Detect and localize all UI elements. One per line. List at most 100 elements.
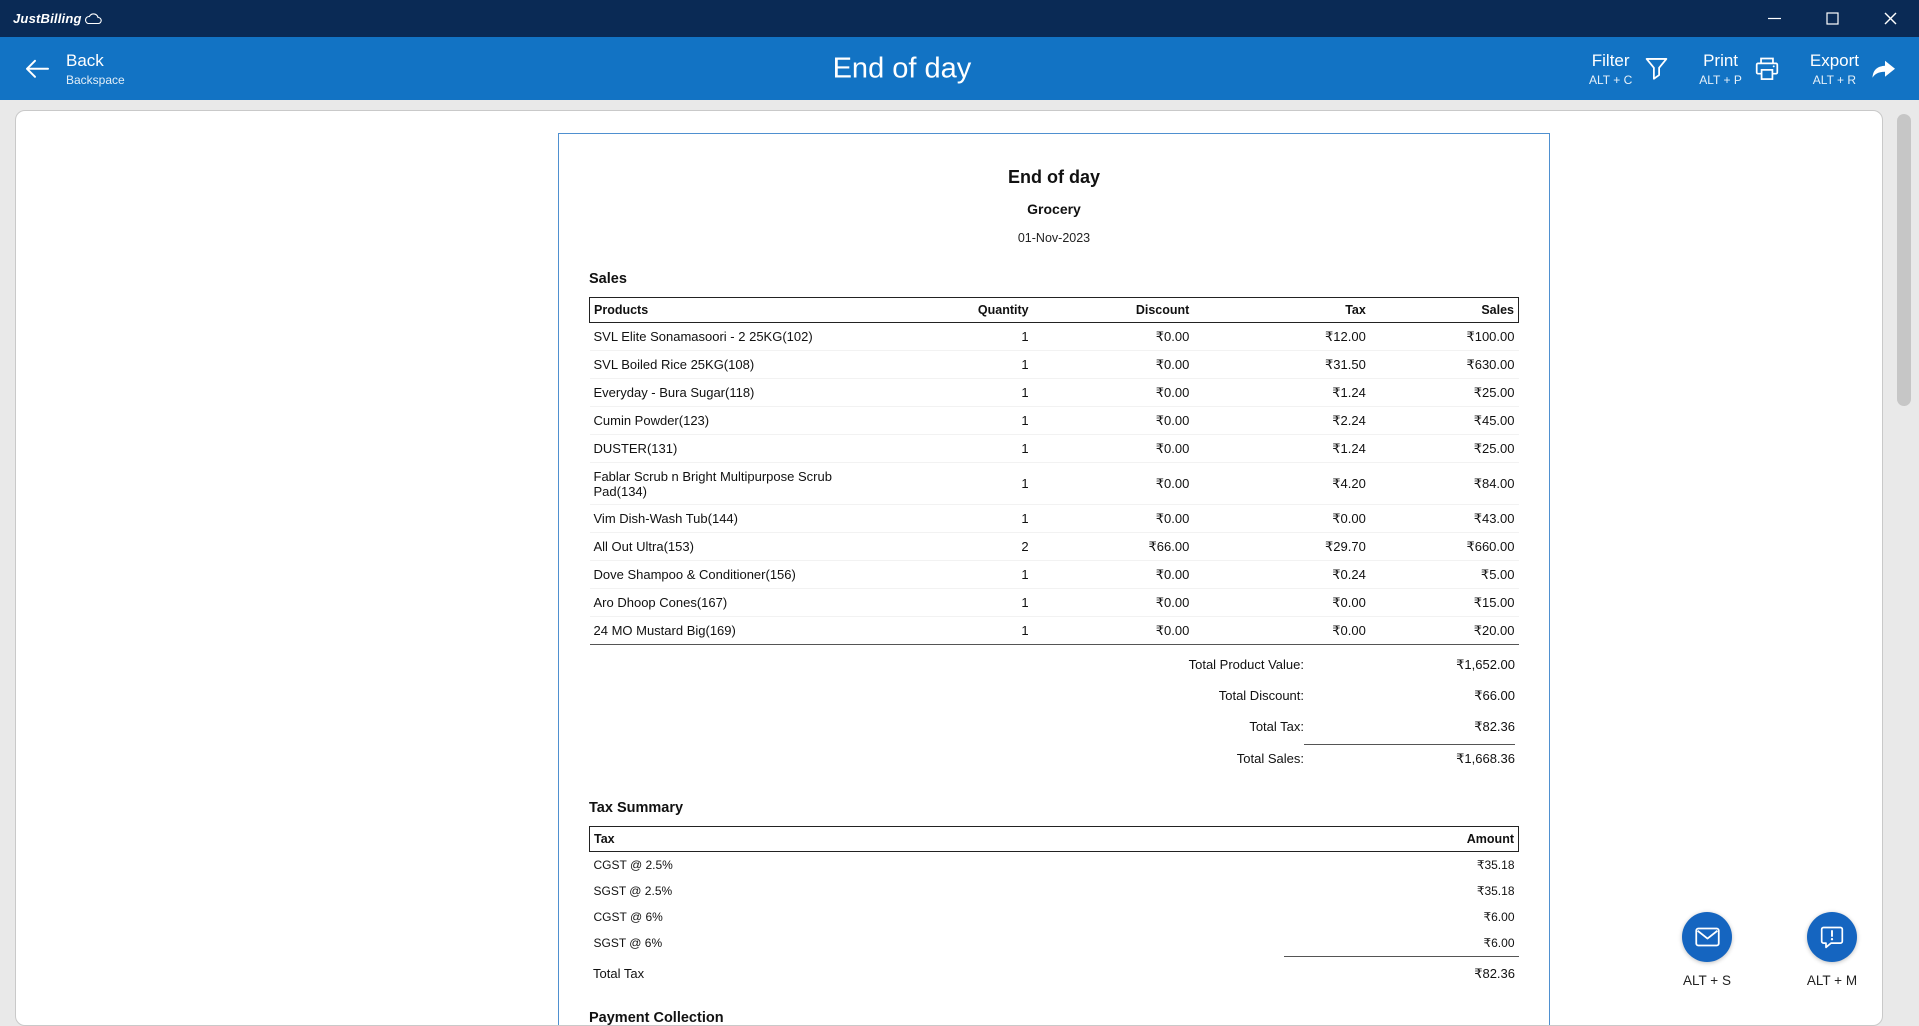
filter-icon [1644, 56, 1669, 81]
sales-total-row: Total Tax:₹82.36 [589, 711, 1519, 742]
sales-row: Everyday - Bura Sugar(118)1₹0.00₹1.24₹25… [590, 379, 1519, 407]
sales-total-label: Total Tax: [1249, 719, 1304, 734]
close-icon [1884, 12, 1897, 25]
tax-cell: ₹6.00 [1284, 904, 1519, 930]
email-shortcut: ALT + S [1652, 973, 1762, 988]
sales-cell: ₹29.70 [1193, 533, 1370, 561]
sales-row: Cumin Powder(123)1₹0.00₹2.24₹45.00 [590, 407, 1519, 435]
sales-cell: ₹2.24 [1193, 407, 1370, 435]
tax-row: SGST @ 2.5%₹35.18 [590, 878, 1519, 904]
sales-total-label: Total Product Value: [1189, 657, 1304, 672]
sales-cell: Aro Dhoop Cones(167) [590, 589, 889, 617]
sales-cell: ₹43.00 [1370, 505, 1519, 533]
sales-cell: ₹660.00 [1370, 533, 1519, 561]
sales-row: SVL Boiled Rice 25KG(108)1₹0.00₹31.50₹63… [590, 351, 1519, 379]
back-text: Back Backspace [66, 50, 125, 86]
sales-total-row: Total Discount:₹66.00 [589, 680, 1519, 711]
printer-icon [1754, 55, 1780, 81]
scrollbar-thumb[interactable] [1897, 114, 1911, 406]
back-shortcut: Backspace [66, 73, 125, 87]
tax-cell: CGST @ 6% [590, 904, 1284, 930]
export-button[interactable]: Export ALT + R [1810, 50, 1897, 86]
sales-total-label: Total Sales: [1237, 751, 1304, 766]
sales-total-value: ₹66.00 [1304, 688, 1515, 704]
tax-row: CGST @ 2.5%₹35.18 [590, 852, 1519, 879]
sales-cell: ₹0.00 [1193, 617, 1370, 645]
report-store: Grocery [589, 201, 1519, 217]
window-controls [1745, 0, 1919, 37]
tax-summary-heading: Tax Summary [589, 800, 1519, 816]
report-panel: End of day Grocery 01-Nov-2023 Sales Pro… [15, 110, 1883, 1026]
print-text: Print ALT + P [1699, 50, 1742, 86]
sales-cell: ₹0.00 [1033, 505, 1194, 533]
payment-collection-heading: Payment Collection [589, 1010, 1519, 1026]
titlebar: JustBilling [0, 0, 1919, 37]
tax-row: SGST @ 6%₹6.00 [590, 930, 1519, 957]
filter-button[interactable]: Filter ALT + C [1589, 50, 1669, 86]
print-shortcut: ALT + P [1699, 73, 1742, 87]
sales-column-header: Sales [1370, 298, 1519, 323]
sales-cell: ₹12.00 [1193, 323, 1370, 351]
sales-total-value: ₹82.36 [1304, 719, 1515, 735]
sales-total-value: ₹1,652.00 [1304, 657, 1515, 673]
tax-total-row: Total Tax ₹82.36 [589, 957, 1519, 984]
export-shortcut: ALT + R [1810, 73, 1859, 87]
sales-cell: 1 [889, 407, 1033, 435]
app-logo: JustBilling [13, 11, 102, 26]
header: Back Backspace End of day Filter ALT + C… [0, 37, 1919, 100]
sales-cell: 24 MO Mustard Big(169) [590, 617, 889, 645]
back-button[interactable]: Back Backspace [24, 50, 125, 86]
sales-cell: ₹0.00 [1033, 379, 1194, 407]
sales-cell: ₹0.00 [1033, 617, 1194, 645]
sales-cell: ₹84.00 [1370, 463, 1519, 505]
sales-cell: ₹100.00 [1370, 323, 1519, 351]
tax-total-label: Total Tax [593, 966, 644, 981]
report-document: End of day Grocery 01-Nov-2023 Sales Pro… [558, 133, 1550, 1026]
sales-cell: ₹5.00 [1370, 561, 1519, 589]
email-button[interactable] [1682, 912, 1732, 962]
back-arrow-icon [24, 57, 50, 79]
maximize-button[interactable] [1803, 0, 1861, 37]
sales-cell: 1 [889, 435, 1033, 463]
minimize-button[interactable] [1745, 0, 1803, 37]
email-fab-group: ALT + S [1652, 912, 1762, 988]
sales-table: ProductsQuantityDiscountTaxSales SVL Eli… [589, 297, 1519, 645]
sales-table-body: SVL Elite Sonamasoori - 2 25KG(102)1₹0.0… [590, 323, 1519, 645]
sales-cell: ₹66.00 [1033, 533, 1194, 561]
minimize-icon [1768, 12, 1781, 25]
filter-label: Filter [1589, 50, 1632, 70]
tax-total-value: ₹82.36 [1474, 966, 1515, 982]
scrollbar[interactable] [1897, 110, 1911, 1012]
sales-cell: SVL Boiled Rice 25KG(108) [590, 351, 889, 379]
sales-cell: ₹20.00 [1370, 617, 1519, 645]
sales-cell: Vim Dish-Wash Tub(144) [590, 505, 889, 533]
sales-total-row: Total Product Value:₹1,652.00 [589, 649, 1519, 680]
sales-cell: ₹1.24 [1193, 379, 1370, 407]
share-icon [1871, 56, 1897, 80]
tax-column-header: Amount [1284, 827, 1519, 852]
maximize-icon [1826, 12, 1839, 25]
sales-column-header: Tax [1193, 298, 1370, 323]
sales-cell: ₹0.00 [1033, 435, 1194, 463]
sales-column-header: Discount [1033, 298, 1194, 323]
report-date: 01-Nov-2023 [589, 231, 1519, 245]
tax-table-body: CGST @ 2.5%₹35.18SGST @ 2.5%₹35.18CGST @… [590, 852, 1519, 957]
sales-column-header: Quantity [889, 298, 1033, 323]
sales-cell: 1 [889, 323, 1033, 351]
tax-row: CGST @ 6%₹6.00 [590, 904, 1519, 930]
message-button[interactable] [1807, 912, 1857, 962]
report-title: End of day [589, 167, 1519, 188]
sales-cell: ₹31.50 [1193, 351, 1370, 379]
sales-cell: ₹0.00 [1033, 561, 1194, 589]
close-button[interactable] [1861, 0, 1919, 37]
message-shortcut: ALT + M [1777, 973, 1887, 988]
sales-cell: Fablar Scrub n Bright Multipurpose Scrub… [590, 463, 889, 505]
header-actions: Filter ALT + C Print ALT + P Export ALT [1589, 50, 1897, 86]
print-button[interactable]: Print ALT + P [1699, 50, 1780, 86]
tax-header-row: TaxAmount [590, 827, 1519, 852]
app-logo-text: JustBilling [13, 11, 82, 26]
sales-cell: ₹0.00 [1193, 505, 1370, 533]
sales-cell: ₹0.00 [1033, 463, 1194, 505]
message-fab-group: ALT + M [1777, 912, 1887, 988]
tax-column-header: Tax [590, 827, 1284, 852]
